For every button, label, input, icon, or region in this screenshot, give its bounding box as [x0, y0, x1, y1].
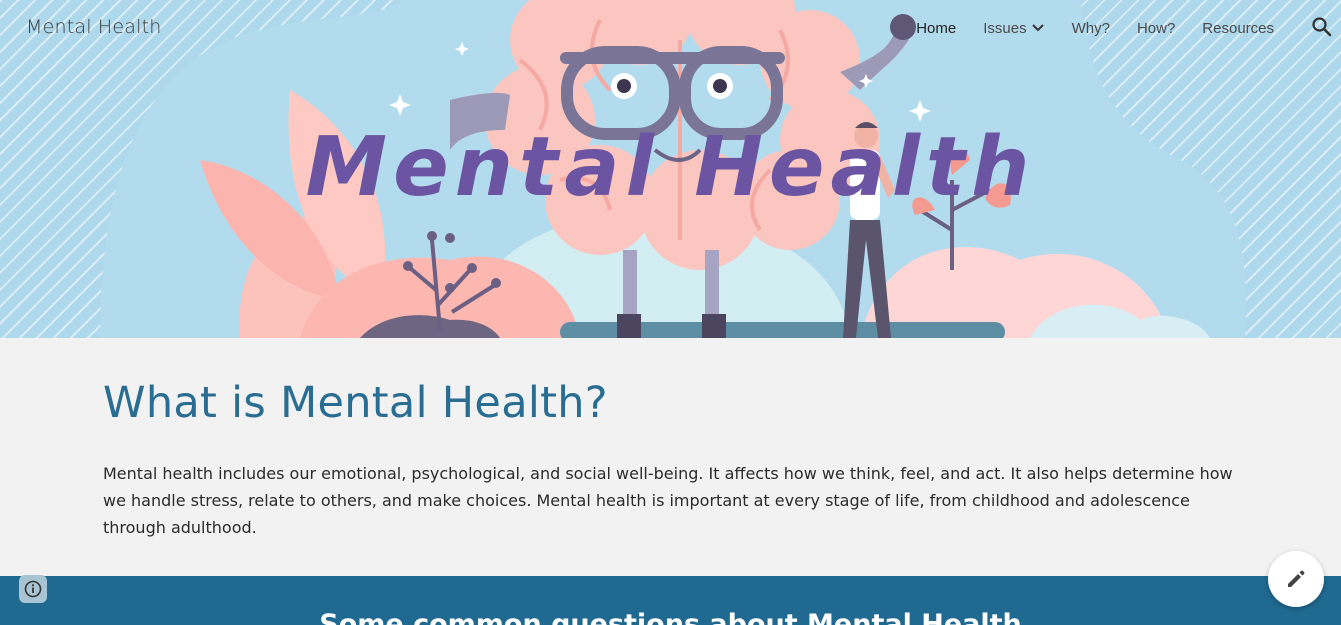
intro-paragraph: Mental health includes our emotional, ps… [103, 464, 1233, 537]
section-heading: What is Mental Health? [103, 378, 608, 428]
chevron-down-icon[interactable] [1031, 21, 1045, 35]
edit-button[interactable] [1268, 551, 1324, 607]
nav-how[interactable]: How? [1137, 20, 1175, 37]
faq-heading: Some common questions about Mental Healt… [319, 609, 1022, 625]
hero-banner: Mental Health Home Issues Why? How? Reso… [0, 0, 1341, 338]
site-title[interactable]: Mental Health [26, 16, 162, 38]
search-icon[interactable] [1311, 16, 1333, 38]
top-navigation: Home Issues Why? How? Resources [916, 15, 1301, 41]
faq-band: Some common questions about Mental Healt… [0, 576, 1341, 625]
info-button[interactable] [19, 575, 47, 603]
nav-why[interactable]: Why? [1072, 20, 1110, 37]
info-icon [24, 580, 42, 598]
hero-title: Mental Health [305, 120, 1036, 215]
nav-issues-label: Issues [983, 19, 1027, 37]
nav-issues[interactable]: Issues [983, 20, 1044, 37]
pencil-icon [1288, 570, 1305, 587]
nav-resources[interactable]: Resources [1202, 20, 1274, 37]
nav-home[interactable]: Home [916, 20, 956, 37]
